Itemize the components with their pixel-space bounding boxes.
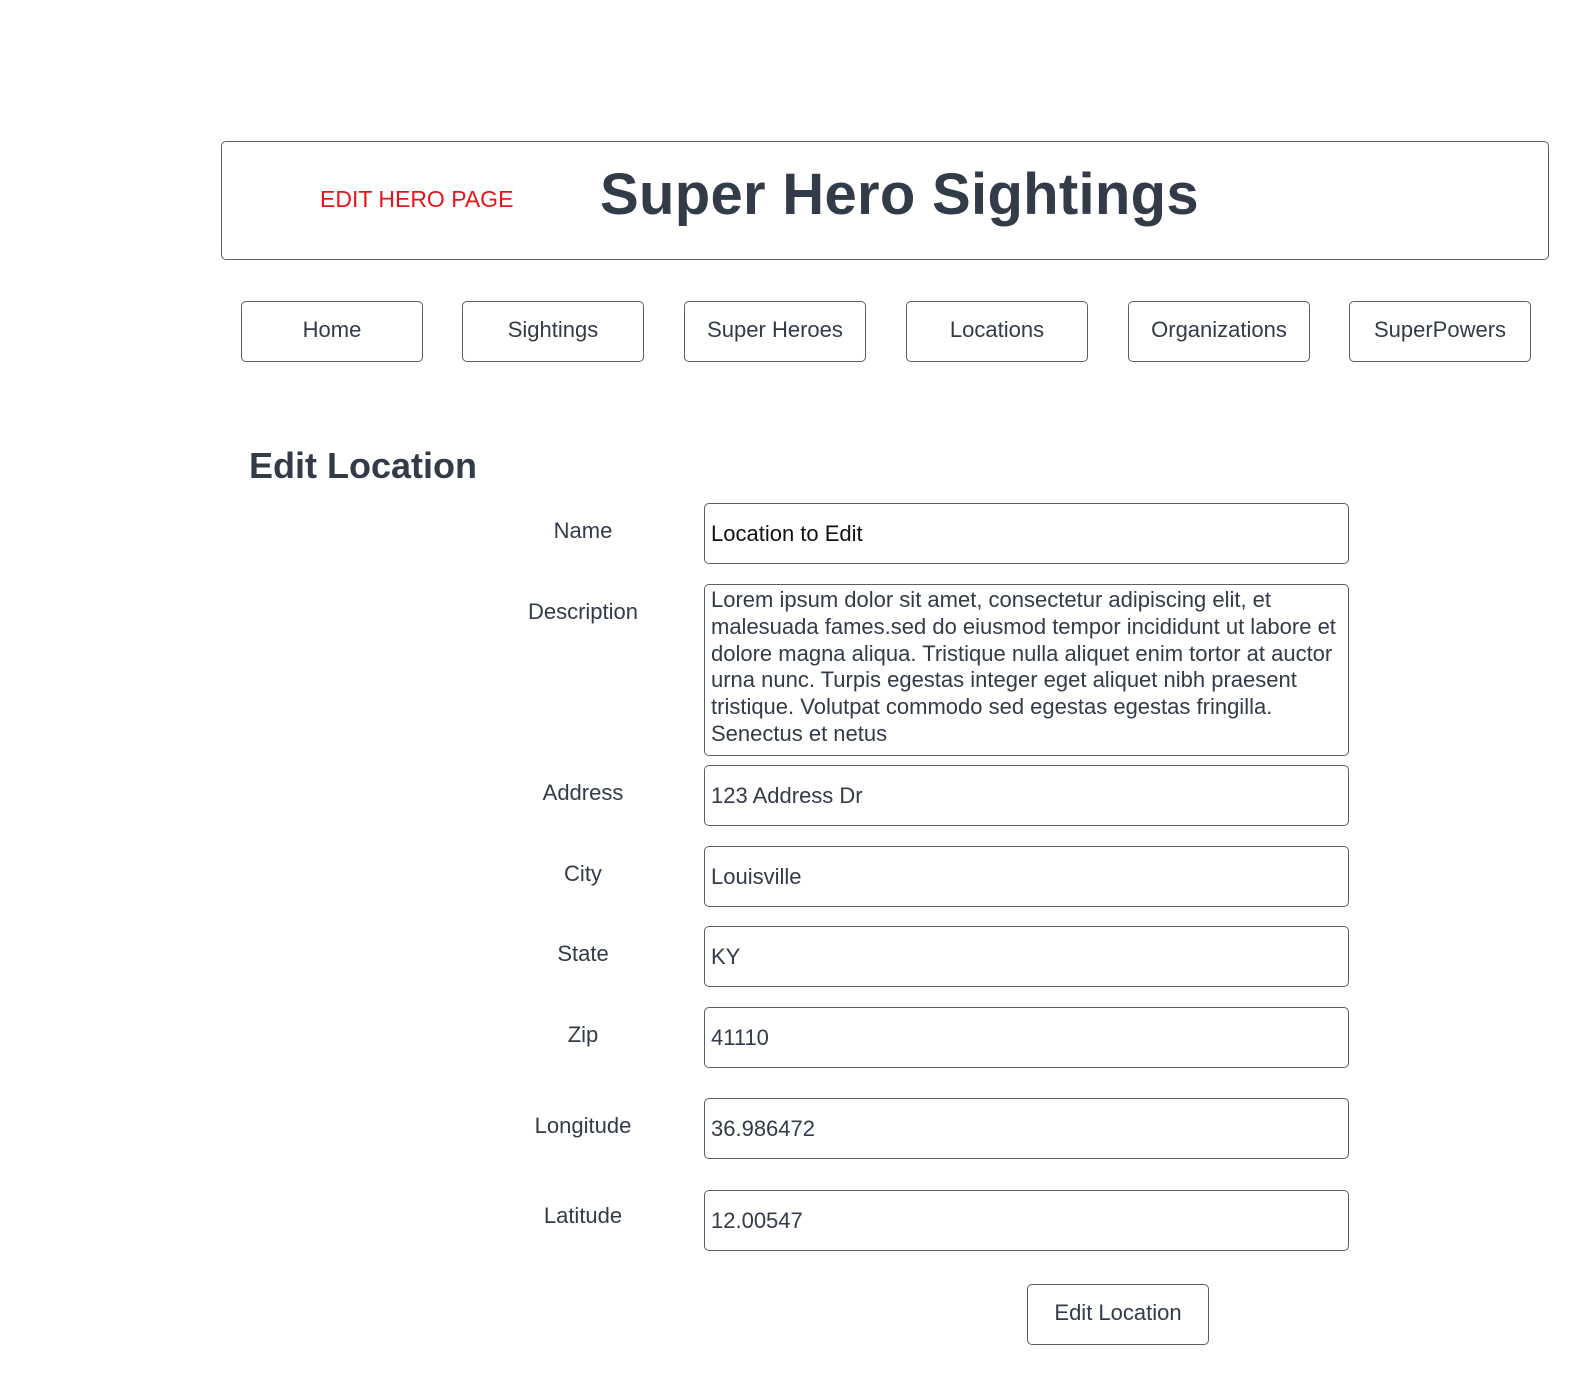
state-input[interactable]: [704, 926, 1349, 987]
nav-sightings-label: Sightings: [507, 316, 599, 342]
name-input[interactable]: [704, 503, 1349, 564]
address-label: Address: [542, 780, 624, 805]
nav-super-heroes-label: Super Heroes: [707, 316, 843, 342]
zip-label: Zip: [567, 1022, 599, 1047]
state-label: State: [557, 941, 609, 966]
nav-superpowers-button[interactable]: SuperPowers: [1349, 301, 1531, 362]
name-label: Name: [553, 518, 613, 543]
longitude-input[interactable]: [704, 1098, 1349, 1159]
latitude-label: Latitude: [543, 1203, 623, 1228]
nav-locations-button[interactable]: Locations: [906, 301, 1088, 362]
site-header: EDIT HERO PAGE Super Hero Sightings: [221, 141, 1549, 260]
description-textarea[interactable]: Lorem ipsum dolor sit amet, consectetur …: [704, 584, 1349, 756]
edit-location-button-label: Edit Location: [1054, 1299, 1182, 1325]
page-tag: EDIT HERO PAGE: [320, 186, 514, 212]
city-label: City: [564, 861, 602, 886]
nav-sightings-button[interactable]: Sightings: [462, 301, 644, 362]
description-label: Description: [527, 599, 639, 624]
form-title: Edit Location: [249, 445, 477, 486]
nav-organizations-button[interactable]: Organizations: [1128, 301, 1310, 362]
nav-locations-label: Locations: [949, 316, 1045, 342]
edit-location-button[interactable]: Edit Location: [1027, 1284, 1209, 1345]
nav-home-button[interactable]: Home: [241, 301, 423, 362]
zip-input[interactable]: [704, 1007, 1349, 1068]
longitude-label: Longitude: [534, 1113, 632, 1138]
site-title: Super Hero Sightings: [600, 162, 1199, 227]
address-input[interactable]: [704, 765, 1349, 826]
nav-superpowers-label: SuperPowers: [1373, 316, 1507, 342]
latitude-input[interactable]: [704, 1190, 1349, 1251]
city-input[interactable]: [704, 846, 1349, 907]
nav-home-label: Home: [302, 316, 362, 342]
nav-super-heroes-button[interactable]: Super Heroes: [684, 301, 866, 362]
nav-organizations-label: Organizations: [1151, 316, 1287, 342]
